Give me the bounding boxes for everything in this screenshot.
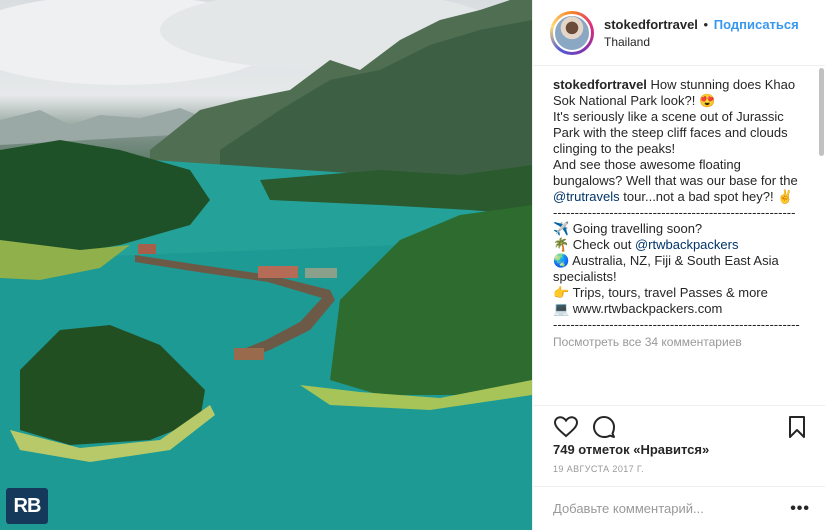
post-photo[interactable]: RB (0, 0, 532, 530)
caption-text-1: How stunning does Khao Sok National Park… (553, 77, 798, 188)
mention-trutravels[interactable]: @trutravels (553, 189, 620, 204)
likes-count[interactable]: 749 отметок «Нравится» (553, 442, 709, 457)
watermark-logo: RB (6, 488, 48, 524)
post-caption: stokedfortravel How stunning does Khao S… (553, 77, 806, 333)
view-all-comments-link[interactable]: Посмотреть все 34 комментариев (553, 335, 806, 349)
separator-dot: • (703, 17, 709, 32)
comment-input[interactable] (553, 501, 791, 516)
header-text: stokedfortravel • Подписаться Thailand (604, 16, 799, 49)
khao-sok-landscape-image (0, 0, 532, 530)
header-top-line: stokedfortravel • Подписаться (604, 16, 799, 33)
post-date: 19 АВГУСТА 2017 Г. (553, 464, 645, 474)
comment-bar: ••• (533, 486, 825, 530)
avatar[interactable] (550, 10, 594, 55)
scrollbar-thumb[interactable] (819, 68, 824, 156)
comment-icon[interactable] (591, 414, 617, 440)
bookmark-icon[interactable] (784, 414, 810, 440)
avatar-image (553, 13, 591, 52)
follow-button[interactable]: Подписаться (714, 17, 799, 32)
more-icon[interactable]: ••• (790, 500, 810, 518)
action-bar (533, 405, 825, 441)
comments-scroll-area[interactable]: stokedfortravel How stunning does Khao S… (533, 67, 818, 405)
post-side-panel: stokedfortravel • Подписаться Thailand s… (532, 0, 825, 530)
mention-rtwbackpackers[interactable]: @rtwbackpackers (635, 237, 739, 252)
caption-text-3: 🌏 Australia, NZ, Fiji & South East Asia … (553, 253, 800, 332)
post-header: stokedfortravel • Подписаться Thailand (533, 0, 825, 66)
heart-icon[interactable] (553, 414, 579, 440)
username-link[interactable]: stokedfortravel (604, 17, 698, 32)
location-link[interactable]: Thailand (604, 35, 799, 49)
caption-username[interactable]: stokedfortravel (553, 77, 647, 92)
